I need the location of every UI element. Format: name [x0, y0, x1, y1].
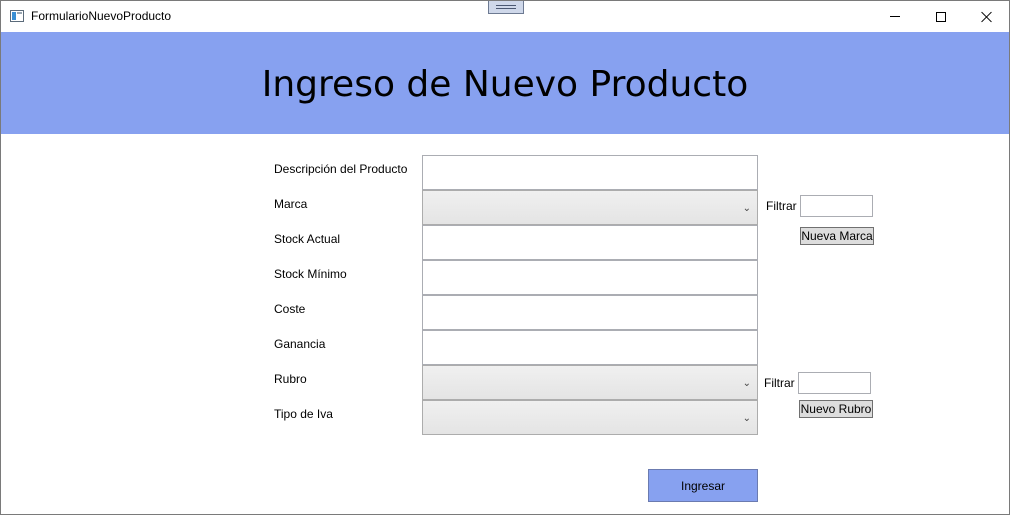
window-title: FormularioNuevoProducto	[31, 9, 172, 23]
close-icon	[981, 11, 993, 23]
stock-minimo-label: Stock Mínimo	[274, 267, 347, 281]
chevron-down-icon: ⌄	[742, 413, 751, 424]
minimize-icon	[890, 16, 900, 17]
marca-select[interactable]: ⌄	[422, 190, 758, 225]
rubro-label: Rubro	[274, 372, 307, 386]
stock-actual-label: Stock Actual	[274, 232, 341, 246]
stock-actual-input[interactable]	[422, 225, 758, 260]
drag-handle-icon[interactable]	[488, 1, 524, 14]
rubro-select[interactable]: ⌄	[422, 365, 758, 400]
rubro-filter-label: Filtrar	[764, 376, 795, 390]
stock-minimo-input[interactable]	[422, 260, 758, 295]
ganancia-label: Ganancia	[274, 337, 326, 351]
maximize-icon	[936, 11, 946, 22]
marca-filter-input[interactable]	[800, 195, 873, 217]
descripcion-input[interactable]	[422, 155, 758, 190]
maximize-button[interactable]	[918, 1, 964, 32]
title-bar[interactable]: FormularioNuevoProducto	[1, 1, 1009, 32]
close-button[interactable]	[964, 1, 1010, 32]
tipo-iva-label: Tipo de Iva	[274, 407, 333, 421]
app-window: FormularioNuevoProducto Ingreso de Nuevo…	[0, 0, 1010, 515]
marca-label: Marca	[274, 197, 308, 211]
descripcion-label: Descripción del Producto	[274, 162, 408, 176]
nueva-marca-button[interactable]: Nueva Marca	[800, 227, 874, 245]
rubro-filter-input[interactable]	[798, 372, 871, 394]
tipo-iva-select[interactable]: ⌄	[422, 400, 758, 435]
coste-input[interactable]	[422, 295, 758, 330]
ganancia-input[interactable]	[422, 330, 758, 365]
chevron-down-icon: ⌄	[742, 378, 751, 389]
app-icon	[10, 10, 24, 22]
coste-label: Coste	[274, 302, 306, 316]
minimize-button[interactable]	[872, 1, 918, 32]
chevron-down-icon: ⌄	[742, 203, 751, 214]
nuevo-rubro-button[interactable]: Nuevo Rubro	[799, 400, 873, 418]
ingresar-button[interactable]: Ingresar	[648, 469, 758, 502]
marca-filter-label: Filtrar	[766, 199, 797, 213]
page-title: Ingreso de Nuevo Producto	[261, 64, 749, 105]
